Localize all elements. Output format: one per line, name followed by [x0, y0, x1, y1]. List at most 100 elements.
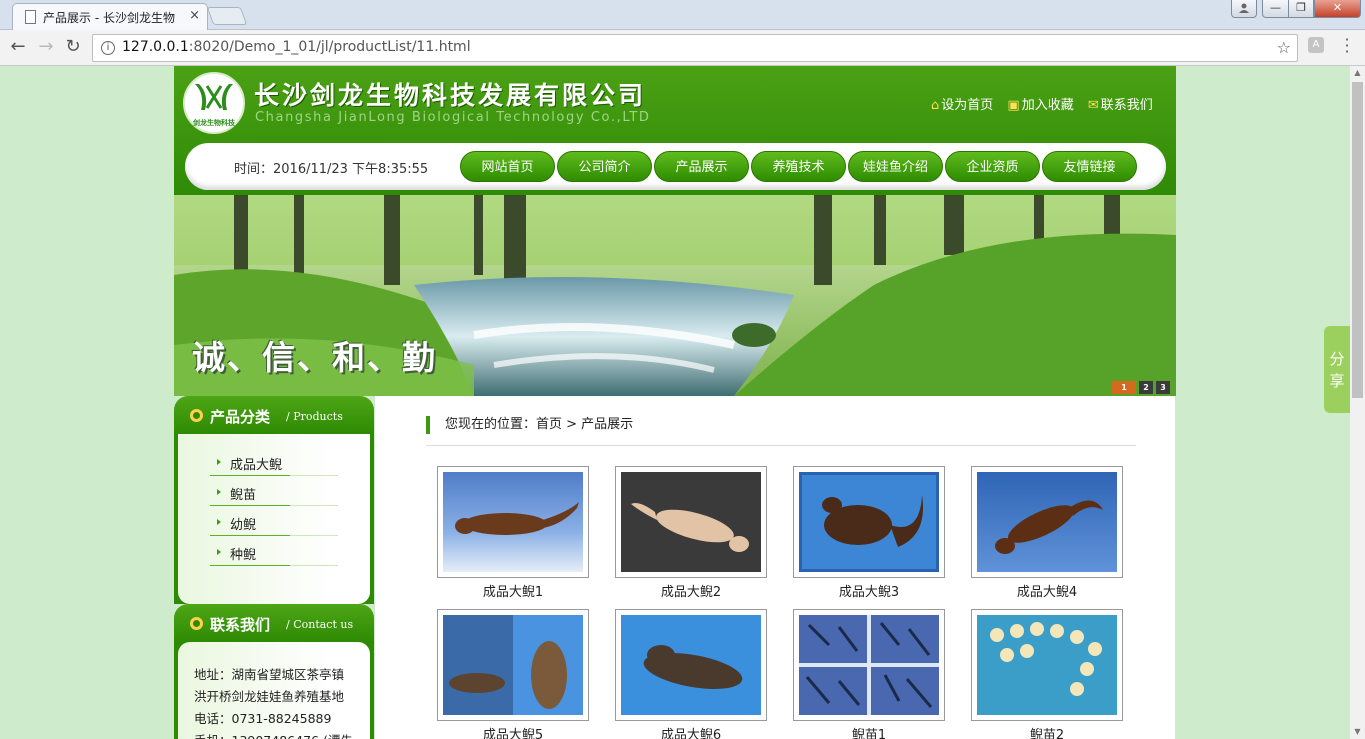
- set-homepage-link[interactable]: ⌂ 设为首页: [931, 98, 993, 113]
- product-caption[interactable]: 成品大鲵6: [615, 724, 767, 739]
- contact-us-link[interactable]: ✉ 联系我们: [1088, 98, 1153, 113]
- banner-slogan: 诚、信、和、勤: [192, 338, 437, 377]
- contact-mobile: 手机：13907486476 (谭先: [194, 730, 353, 739]
- product-card[interactable]: 成品大鲵5: [437, 609, 589, 739]
- nav-item-about[interactable]: 公司简介: [557, 151, 652, 182]
- close-window-button[interactable]: ✕: [1314, 0, 1361, 18]
- bookmark-icon: ▣: [1007, 98, 1020, 113]
- scroll-down-icon[interactable]: ▼: [1350, 725, 1365, 739]
- logo-text: 剑龙生物科技: [193, 119, 235, 127]
- product-image[interactable]: [977, 615, 1117, 715]
- page-scrollbar[interactable]: ▲ ▼: [1350, 66, 1365, 739]
- tab-title: 产品展示 - 长沙剑龙生物: [43, 11, 175, 25]
- bookmark-star-icon[interactable]: ☆: [1277, 38, 1291, 57]
- contact-address-2: 洪开桥剑龙娃娃鱼养殖基地: [194, 689, 345, 704]
- browser-toolbar: ← → ↻ i 127.0.0.1:8020/Demo_1_01/jl/prod…: [0, 30, 1365, 66]
- contact-panel-header: 联系我们 / Contact us: [174, 604, 374, 642]
- product-card[interactable]: 成品大鲵3: [793, 466, 945, 600]
- nav-item-products[interactable]: 产品展示: [654, 151, 749, 182]
- top-links: ⌂ 设为首页 ▣ 加入收藏 ✉ 联系我们: [931, 94, 1163, 113]
- product-image[interactable]: [621, 615, 761, 715]
- address-bar[interactable]: i 127.0.0.1:8020/Demo_1_01/jl/productLis…: [92, 34, 1298, 62]
- product-caption[interactable]: 成品大鲵3: [793, 581, 945, 600]
- banner-pager: 123: [1109, 379, 1170, 394]
- product-card[interactable]: 成品大鲵2: [615, 466, 767, 600]
- sidebar: 产品分类 / Products 成品大鲵 鲵苗 幼鲵 种鲵 联系我们 / Con…: [174, 396, 374, 739]
- product-card[interactable]: 成品大鲵4: [971, 466, 1123, 600]
- scrollbar-thumb[interactable]: [1352, 82, 1363, 398]
- contact-panel-title: 联系我们: [210, 616, 271, 634]
- bullet-icon: [190, 617, 203, 630]
- browser-menu-icon[interactable]: · · ·: [1340, 32, 1354, 60]
- category-item[interactable]: 成品大鲵: [210, 447, 338, 476]
- product-image[interactable]: [443, 472, 583, 572]
- category-item[interactable]: 种鲵: [210, 537, 338, 566]
- contact-address-1: 地址：湖南省望城区茶亭镇: [194, 667, 345, 682]
- tab-strip: 产品展示 - 长沙剑龙生物 × — ❐ ✕: [0, 0, 1365, 30]
- minimize-button[interactable]: —: [1262, 0, 1289, 18]
- url-path: :8020/Demo_1_01/jl/productList/11.html: [188, 39, 471, 55]
- time-display: 时间：2016/11/23 下午8:35:55: [234, 162, 429, 177]
- category-item[interactable]: 幼鲵: [210, 507, 338, 536]
- product-caption[interactable]: 成品大鲵4: [971, 581, 1123, 600]
- url-host: 127.0.0.1: [122, 39, 189, 55]
- nav-item-salamander[interactable]: 娃娃鱼介绍: [848, 151, 943, 182]
- mail-icon: ✉: [1087, 98, 1099, 113]
- company-name: 长沙剑龙生物科技发展有限公司: [254, 81, 647, 110]
- product-image[interactable]: [443, 615, 583, 715]
- contact-panel-title-en: / Contact us: [286, 618, 354, 631]
- contact-phone: 电话：0731-88245889: [194, 711, 332, 726]
- share-button[interactable]: 分享: [1324, 326, 1350, 413]
- product-card[interactable]: 鲵苗1: [793, 609, 945, 739]
- divider: [426, 445, 1136, 446]
- forward-icon[interactable]: →: [35, 36, 57, 57]
- hero-banner[interactable]: 诚、信、和、勤 123: [174, 195, 1176, 396]
- browser-chrome: 产品展示 - 长沙剑龙生物 × — ❐ ✕ ← → ↻ i 127.0.0.1:…: [0, 0, 1365, 66]
- product-image[interactable]: [621, 472, 761, 572]
- breadcrumb: 您现在的位置：首页 > 产品展示: [426, 416, 633, 434]
- product-caption[interactable]: 鲵苗1: [793, 724, 945, 739]
- extension-icon[interactable]: A: [1308, 37, 1324, 53]
- product-card[interactable]: 成品大鲵6: [615, 609, 767, 739]
- product-caption[interactable]: 成品大鲵1: [437, 581, 589, 600]
- product-caption[interactable]: 成品大鲵2: [615, 581, 767, 600]
- banner-dot-1[interactable]: 1: [1112, 381, 1136, 394]
- product-caption[interactable]: 鲵苗2: [971, 724, 1123, 739]
- products-panel-title: 产品分类: [210, 408, 271, 426]
- page-viewport: 剑龙生物科技 长沙剑龙生物科技发展有限公司 Changsha JianLong …: [0, 66, 1350, 739]
- product-image[interactable]: [799, 472, 939, 572]
- category-item[interactable]: 鲵苗: [210, 477, 338, 506]
- main-nav: 时间：2016/11/23 下午8:35:55 网站首页 公司简介 产品展示 养…: [185, 143, 1166, 190]
- products-panel-header: 产品分类 / Products: [174, 396, 374, 434]
- browser-tab[interactable]: 产品展示 - 长沙剑龙生物 ×: [12, 3, 208, 30]
- nav-item-home[interactable]: 网站首页: [460, 151, 555, 182]
- back-icon[interactable]: ←: [7, 36, 29, 57]
- nav-item-qualification[interactable]: 企业资质: [945, 151, 1040, 182]
- company-logo[interactable]: 剑龙生物科技: [183, 72, 245, 134]
- product-card[interactable]: 成品大鲵1: [437, 466, 589, 600]
- product-card[interactable]: 鲵苗2: [971, 609, 1123, 739]
- new-tab-button[interactable]: [206, 7, 248, 25]
- maximize-button[interactable]: ❐: [1288, 0, 1314, 18]
- add-favorite-link[interactable]: ▣ 加入收藏: [1007, 98, 1073, 113]
- product-caption[interactable]: 成品大鲵5: [437, 724, 589, 739]
- banner-dot-3[interactable]: 3: [1156, 381, 1170, 394]
- product-image[interactable]: [977, 472, 1117, 572]
- banner-dot-2[interactable]: 2: [1139, 381, 1153, 394]
- logo-mark-icon: [195, 84, 233, 110]
- bullet-icon: [190, 409, 203, 422]
- user-icon[interactable]: [1231, 0, 1257, 18]
- main-content: 您现在的位置：首页 > 产品展示 成品大鲵1 成品大鲵2 成品大鲵3 成品大鲵4: [375, 396, 1175, 739]
- nav-item-links[interactable]: 友情链接: [1042, 151, 1137, 182]
- nav-item-breeding[interactable]: 养殖技术: [751, 151, 846, 182]
- site-header: 剑龙生物科技 长沙剑龙生物科技发展有限公司 Changsha JianLong …: [174, 66, 1176, 195]
- home-icon: ⌂: [931, 98, 940, 113]
- company-name-en: Changsha JianLong Biological Technology …: [255, 110, 651, 125]
- reload-icon[interactable]: ↻: [62, 36, 84, 57]
- scroll-up-icon[interactable]: ▲: [1350, 66, 1365, 80]
- page-icon: [25, 10, 36, 24]
- product-image[interactable]: [799, 615, 939, 715]
- products-panel-title-en: / Products: [286, 410, 343, 423]
- close-tab-icon[interactable]: ×: [189, 8, 200, 23]
- info-icon[interactable]: i: [101, 41, 115, 55]
